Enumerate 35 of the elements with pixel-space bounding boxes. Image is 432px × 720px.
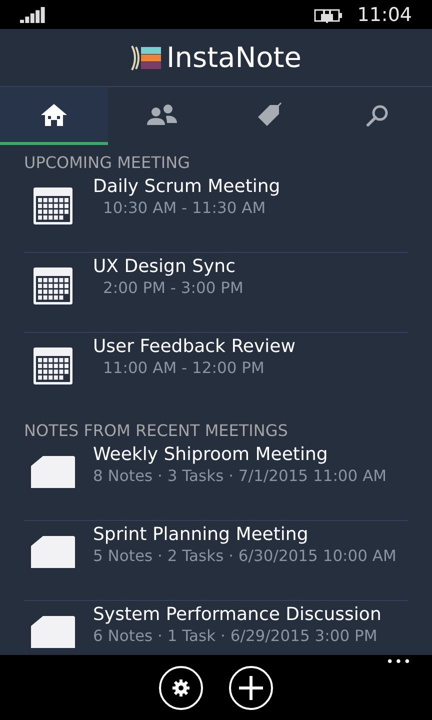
meeting-time: 10:30 AM - 11:30 AM: [102, 199, 267, 217]
calendar-icon: [33, 187, 73, 225]
app-title: InstaNote: [166, 41, 302, 74]
settings-icon: [172, 679, 190, 697]
more-button[interactable]: •••: [386, 655, 412, 670]
calendar-icon: [33, 347, 73, 385]
meeting-title[interactable]: Daily Scrum Meeting: [93, 176, 280, 197]
meeting-title[interactable]: Weekly Shiproom Meeting: [93, 444, 387, 465]
meeting-details: 6 Notes · 1 Task · 6/29/2015 3:00 PM: [93, 627, 378, 645]
meeting-title[interactable]: UX Design Sync: [93, 256, 244, 277]
meeting-time: 2:00 PM - 3:00 PM: [102, 279, 244, 297]
clock-time: 11:04: [357, 4, 412, 26]
add-icon: [238, 675, 264, 701]
section-heading: NOTES FROM RECENT MEETINGS: [24, 420, 289, 441]
folder-icon: [31, 614, 75, 650]
add-button[interactable]: [229, 666, 273, 710]
home-icon: [40, 102, 68, 126]
section-heading: UPCOMING MEETING: [24, 152, 191, 173]
people-icon: [146, 104, 178, 126]
calendar-icon: [33, 267, 73, 305]
signal-icon: [20, 6, 46, 22]
folder-icon: [31, 454, 75, 490]
settings-button[interactable]: [159, 666, 203, 710]
home-tab[interactable]: [0, 87, 108, 145]
meeting-details: 8 Notes · 3 Tasks · 7/1/2015 11:00 AM: [93, 467, 387, 485]
meeting-title[interactable]: Sprint Planning Meeting: [93, 524, 396, 545]
tag-icon: [256, 100, 284, 128]
battery-charging-icon: [314, 6, 344, 22]
meeting-time: 11:00 AM - 12:00 PM: [102, 359, 266, 377]
meeting-title[interactable]: System Performance Discussion: [93, 604, 382, 625]
folder-icon: [31, 534, 75, 570]
search-icon: [366, 102, 390, 126]
meeting-title[interactable]: User Feedback Review: [93, 336, 296, 357]
meeting-details: 5 Notes · 2 Tasks · 6/30/2015 10:00 AM: [93, 547, 396, 565]
app-logo-icon: [130, 44, 162, 72]
